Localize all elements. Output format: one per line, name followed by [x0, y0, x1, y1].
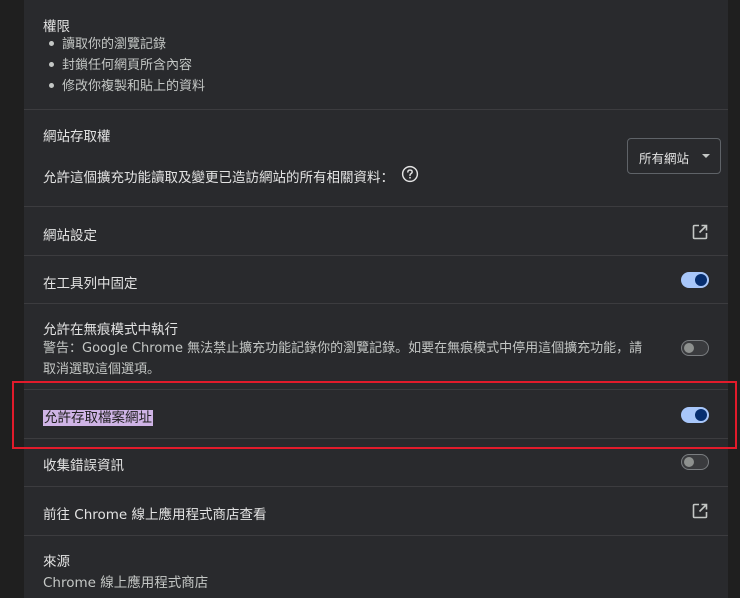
incognito-label: 允許在無痕模式中執行	[43, 322, 178, 338]
pin-toolbar-toggle[interactable]	[681, 272, 709, 288]
error-collection-row: 收集錯誤資訊	[24, 438, 728, 486]
site-settings-label: 網站設定	[43, 228, 97, 244]
source-section: 來源 Chrome 線上應用程式商店	[24, 535, 728, 598]
webstore-label: 前往 Chrome 線上應用程式商店查看	[43, 507, 267, 523]
site-access-title: 網站存取權	[43, 129, 111, 145]
site-access-section: 網站存取權 允許這個擴充功能讀取及變更已造訪網站的所有相關資料： 所有網站	[24, 109, 728, 206]
site-access-description: 允許這個擴充功能讀取及變更已造訪網站的所有相關資料：	[43, 170, 394, 186]
file-urls-row: 允許存取檔案網址	[24, 389, 728, 438]
extension-details-panel: 權限 讀取你的瀏覽記錄 封鎖任何網頁所含內容 修改你複製和貼上的資料 網站存取權…	[24, 0, 728, 598]
error-collection-label: 收集錯誤資訊	[43, 458, 124, 474]
selected-text: 允許存取檔案網址	[43, 410, 153, 426]
permissions-title: 權限	[43, 19, 70, 35]
open-in-new-icon[interactable]	[691, 223, 709, 241]
chevron-down-icon	[702, 154, 710, 158]
incognito-row: 允許在無痕模式中執行 警告：Google Chrome 無法禁止擴充功能記錄你的…	[24, 303, 728, 389]
permissions-list: 讀取你的瀏覽記錄 封鎖任何網頁所含內容 修改你複製和貼上的資料	[43, 34, 205, 97]
file-urls-toggle[interactable]	[681, 407, 709, 423]
toggle-knob	[695, 409, 707, 421]
list-item: 修改你複製和貼上的資料	[43, 76, 205, 97]
incognito-toggle[interactable]	[681, 340, 709, 356]
error-collection-toggle[interactable]	[681, 454, 709, 470]
open-in-new-icon[interactable]	[691, 502, 709, 520]
incognito-warning-line1: 警告：Google Chrome 無法禁止擴充功能記錄你的瀏覽記錄。如要在無痕模…	[43, 341, 643, 356]
source-title: 來源	[43, 554, 70, 570]
pin-toolbar-row: 在工具列中固定	[24, 255, 728, 303]
list-item: 讀取你的瀏覽記錄	[43, 34, 205, 55]
file-urls-label: 允許存取檔案網址	[43, 406, 153, 426]
permissions-section: 權限 讀取你的瀏覽記錄 封鎖任何網頁所含內容 修改你複製和貼上的資料	[24, 0, 728, 109]
incognito-warning-line2: 取消選取這個選項。	[43, 362, 161, 377]
source-value: Chrome 線上應用程式商店	[43, 575, 209, 591]
site-settings-row[interactable]: 網站設定	[24, 206, 728, 255]
toggle-knob	[684, 343, 694, 353]
webstore-row[interactable]: 前往 Chrome 線上應用程式商店查看	[24, 486, 728, 535]
help-circle-icon[interactable]	[401, 165, 419, 183]
site-access-select[interactable]: 所有網站	[627, 138, 721, 174]
toggle-knob	[684, 457, 694, 467]
list-item: 封鎖任何網頁所含內容	[43, 55, 205, 76]
pin-toolbar-label: 在工具列中固定	[43, 276, 138, 292]
site-access-select-value: 所有網站	[639, 151, 690, 166]
toggle-knob	[695, 274, 707, 286]
